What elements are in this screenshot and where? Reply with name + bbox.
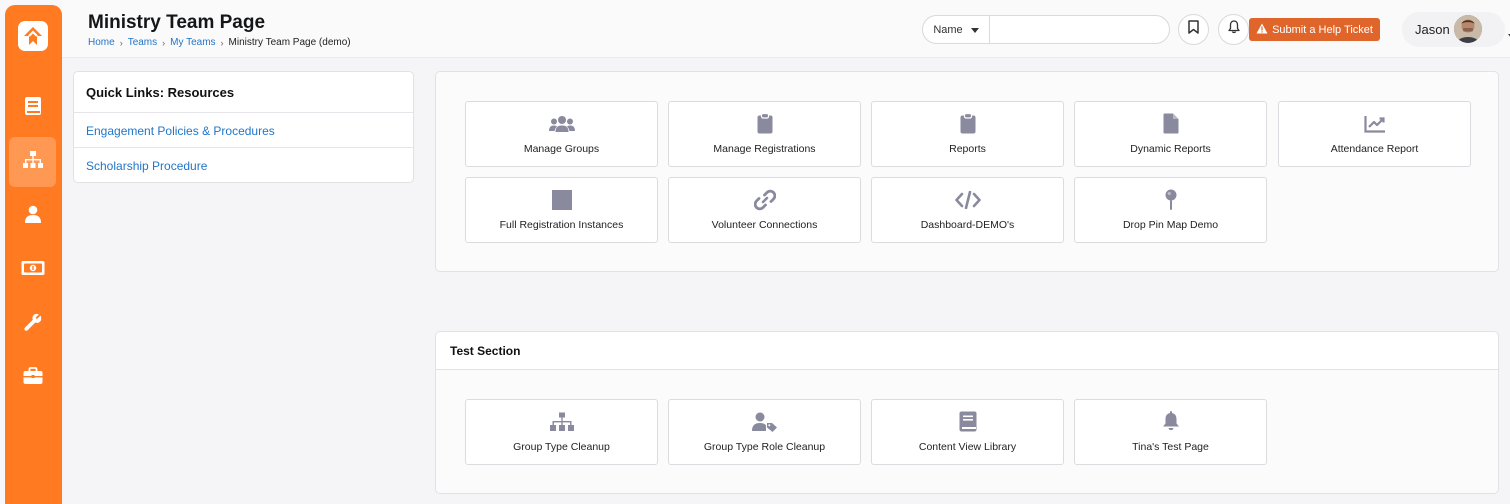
quick-links-panel: Quick Links: Resources Engagement Polici…: [73, 71, 414, 183]
search-type-label: Name: [933, 23, 963, 36]
wrench-icon: [23, 312, 43, 337]
tile-label: Group Type Cleanup: [513, 441, 610, 453]
quick-link-engagement-policies[interactable]: Engagement Policies & Procedures: [74, 113, 413, 148]
tile-label: Manage Groups: [523, 143, 600, 155]
search-bar: Name: [922, 15, 1170, 44]
tile-content-view-library[interactable]: Content View Library: [871, 399, 1064, 465]
tile-volunteer-connections[interactable]: Volunteer Connections: [668, 177, 861, 243]
money-icon: [21, 260, 45, 281]
sidebar-item-admin[interactable]: [9, 353, 56, 403]
book-icon: [24, 96, 42, 121]
clipboard-icon: [757, 112, 773, 139]
tile-group-type-role-cleanup[interactable]: Group Type Role Cleanup: [668, 399, 861, 465]
tile-drop-pin-map-demo[interactable]: Drop Pin Map Demo: [1074, 177, 1267, 243]
bell-icon: [1162, 411, 1180, 437]
breadcrumb: Home › Teams › My Teams › Ministry Team …: [88, 37, 351, 48]
page-links-panel: Manage Groups Manage Registrations Repor…: [435, 71, 1499, 272]
tile-label: Full Registration Instances: [499, 219, 624, 231]
tile-group-type-cleanup[interactable]: Group Type Cleanup: [465, 399, 658, 465]
page-title: Ministry Team Page: [88, 12, 266, 33]
breadcrumb-home[interactable]: Home: [88, 37, 115, 48]
sidebar: [0, 0, 62, 504]
tile-manage-groups[interactable]: Manage Groups: [465, 101, 658, 167]
org-chart-icon: [22, 150, 44, 175]
square-icon: [551, 189, 572, 215]
tile-dashboard-demos[interactable]: Dashboard-DEMO's: [871, 177, 1064, 243]
sidebar-item-book[interactable]: [9, 83, 56, 133]
bell-icon: [1227, 20, 1240, 39]
breadcrumb-chevron-icon: ›: [220, 37, 224, 48]
search-type-select[interactable]: Name: [923, 16, 990, 43]
tile-label: Drop Pin Map Demo: [1122, 219, 1219, 231]
bookmark-icon: [1188, 20, 1199, 39]
search-input[interactable]: [990, 16, 1169, 43]
sitemap-icon: [549, 412, 575, 437]
warning-icon: [1256, 23, 1268, 37]
quick-links-title: Quick Links: Resources: [74, 72, 413, 113]
map-pin-icon: [1164, 189, 1178, 216]
bookmark-button[interactable]: [1178, 14, 1209, 45]
tile-label: Dynamic Reports: [1130, 143, 1211, 155]
tile-full-registration-instances[interactable]: Full Registration Instances: [465, 177, 658, 243]
help-ticket-label: Submit a Help Ticket: [1272, 23, 1373, 36]
sidebar-item-finance[interactable]: [9, 245, 56, 295]
tile-label: Dashboard-DEMO's: [920, 219, 1015, 231]
tile-label: Volunteer Connections: [711, 219, 818, 231]
tile-manage-registrations[interactable]: Manage Registrations: [668, 101, 861, 167]
notifications-button[interactable]: [1218, 14, 1249, 45]
quick-link-scholarship-procedure[interactable]: Scholarship Procedure: [74, 148, 413, 183]
tile-label: Attendance Report: [1330, 143, 1419, 155]
sidebar-item-tools[interactable]: [9, 299, 56, 349]
file-icon: [1163, 113, 1179, 139]
breadcrumb-my-teams[interactable]: My Teams: [170, 37, 215, 48]
page-header: Ministry Team Page Home › Teams › My Tea…: [62, 0, 1510, 58]
chart-line-icon: [1363, 115, 1386, 138]
tile-label: Group Type Role Cleanup: [703, 441, 826, 453]
caret-down-icon: [970, 24, 979, 36]
users-icon: [548, 115, 575, 138]
tile-label: Tina's Test Page: [1132, 441, 1209, 453]
breadcrumb-chevron-icon: ›: [162, 37, 166, 48]
user-icon: [24, 205, 42, 228]
test-section-panel: Test Section Group Type Cleanup Group Ty…: [435, 331, 1499, 494]
tile-dynamic-reports[interactable]: Dynamic Reports: [1074, 101, 1267, 167]
section-title: Test Section: [436, 332, 1498, 370]
rock-logo-icon[interactable]: [18, 21, 48, 51]
code-icon: [954, 190, 981, 214]
link-icon: [753, 189, 776, 216]
breadcrumb-teams[interactable]: Teams: [128, 37, 157, 48]
sidebar-item-groups[interactable]: [9, 137, 56, 187]
clipboard-icon: [960, 112, 976, 139]
breadcrumb-current: Ministry Team Page (demo): [228, 37, 351, 48]
sidebar-panel: [5, 5, 62, 504]
tile-label: Reports: [949, 143, 986, 155]
user-menu[interactable]: Jason: [1402, 12, 1505, 47]
briefcase-icon: [23, 366, 43, 390]
book-icon: [959, 411, 977, 437]
tile-reports[interactable]: Reports: [871, 101, 1064, 167]
tile-attendance-report[interactable]: Attendance Report: [1278, 101, 1471, 167]
tile-label: Content View Library: [918, 441, 1017, 453]
user-tag-icon: [751, 412, 778, 437]
sidebar-item-person[interactable]: [9, 191, 56, 241]
submit-help-ticket-button[interactable]: Submit a Help Ticket: [1249, 18, 1380, 41]
breadcrumb-chevron-icon: ›: [119, 37, 123, 48]
avatar: [1454, 15, 1482, 43]
user-name: Jason: [1415, 22, 1450, 37]
tile-tinas-test-page[interactable]: Tina's Test Page: [1074, 399, 1267, 465]
tile-label: Manage Registrations: [713, 143, 816, 155]
